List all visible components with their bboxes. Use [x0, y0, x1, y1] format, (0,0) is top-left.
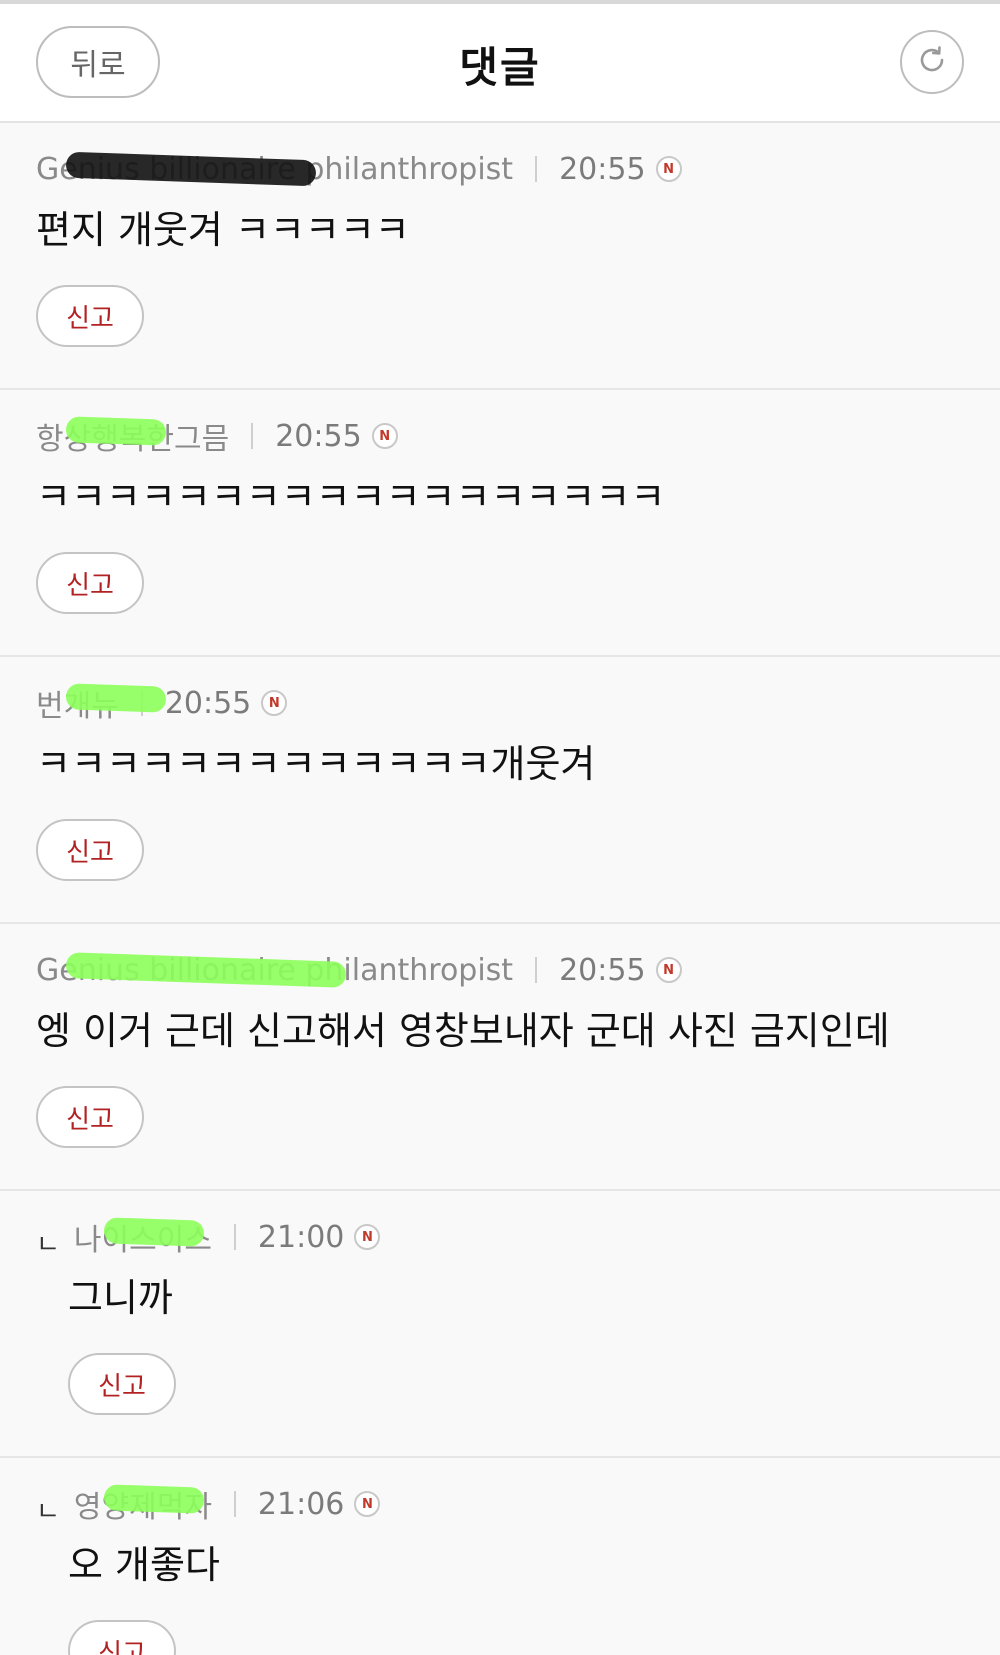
- new-badge-icon: N: [655, 957, 682, 983]
- comment-time: 20:55: [559, 952, 646, 988]
- comment-item: ㄴ 나이스이스 21:00 N 그니까 신고: [0, 1191, 1000, 1458]
- meta-divider: [535, 957, 538, 983]
- new-badge-icon: N: [655, 156, 682, 182]
- meta-divider: [233, 1491, 236, 1517]
- reply-marker: ㄴ: [36, 1229, 60, 1260]
- new-badge-icon: N: [354, 1224, 381, 1250]
- comment-time: 21:00: [257, 1219, 345, 1255]
- comment-author[interactable]: Genius billionaire philanthropist: [36, 151, 513, 187]
- comment-time: 20:55: [275, 418, 362, 454]
- comment-item: 번개뉴 20:55 N ㅋㅋㅋㅋㅋㅋㅋㅋㅋㅋㅋㅋㅋ개웃겨 신고: [0, 657, 1000, 924]
- comment-time: 20:55: [559, 151, 646, 187]
- comment-meta: Genius billionaire philanthropist 20:55 …: [36, 149, 1000, 189]
- new-badge-icon: N: [354, 1491, 381, 1517]
- redaction-mark: [103, 1484, 205, 1514]
- comment-author[interactable]: Genius billionaire philanthropist: [36, 951, 513, 988]
- comment-text: 그니까: [68, 1276, 173, 1320]
- comment-text: ㅋㅋㅋㅋㅋㅋㅋㅋㅋㅋㅋㅋㅋ개웃겨: [36, 742, 596, 786]
- comment-author[interactable]: 번개뉴: [36, 681, 167, 725]
- comment-text: 오 개좋다: [68, 1543, 220, 1587]
- reply-marker: ㄴ: [36, 1496, 60, 1527]
- comment-meta: 항상행복한그믐 20:55 N: [36, 414, 1000, 458]
- refresh-button[interactable]: [900, 30, 964, 94]
- comment-item: Genius billionaire philanthropist 20:55 …: [0, 924, 1000, 1191]
- comment-meta: ㄴ 나이스이스 21:00 N: [36, 1215, 1000, 1260]
- new-badge-icon: N: [371, 423, 398, 449]
- meta-divider: [233, 1224, 236, 1250]
- new-badge-icon: N: [261, 690, 288, 716]
- comment-author[interactable]: 나이스이스: [74, 1215, 212, 1259]
- comment-list: Genius billionaire philanthropist 20:55 …: [0, 123, 1000, 1655]
- redaction-mark: [103, 1217, 205, 1247]
- comment-item: Genius billionaire philanthropist 20:55 …: [0, 123, 1000, 390]
- comment-time: 21:06: [257, 1486, 345, 1522]
- comment-text: 엥 이거 근데 신고해서 영창보내자 군대 사진 금지인데: [36, 1009, 890, 1053]
- meta-divider: [251, 423, 254, 449]
- report-button[interactable]: 신고: [36, 552, 144, 614]
- comment-time: 20:55: [164, 685, 252, 721]
- comment-item: ㄴ 영양제먹자 21:06 N 오 개좋다 신고: [0, 1458, 1000, 1655]
- report-button[interactable]: 신고: [36, 819, 144, 881]
- report-button[interactable]: 신고: [36, 1086, 144, 1148]
- page-header: 뒤로 댓글: [0, 4, 1000, 123]
- meta-divider: [535, 156, 538, 182]
- report-button[interactable]: 신고: [68, 1353, 176, 1415]
- comment-text: ㅋㅋㅋㅋㅋㅋㅋㅋㅋㅋㅋㅋㅋㅋㅋㅋㅋㅋ: [36, 475, 666, 519]
- comment-author[interactable]: 영양제먹자: [74, 1482, 212, 1526]
- comment-meta: ㄴ 영양제먹자 21:06 N: [36, 1482, 1000, 1527]
- report-button[interactable]: 신고: [36, 285, 144, 347]
- redaction-mark: [65, 416, 167, 446]
- comment-meta: Genius billionaire philanthropist 20:55 …: [36, 950, 1000, 990]
- report-button[interactable]: 신고: [68, 1620, 176, 1655]
- comment-text: 편지 개웃겨 ㅋㅋㅋㅋㅋ: [36, 208, 410, 252]
- page-title: 댓글: [459, 43, 541, 92]
- redaction-mark: [65, 683, 167, 713]
- comment-item: 항상행복한그믐 20:55 N ㅋㅋㅋㅋㅋㅋㅋㅋㅋㅋㅋㅋㅋㅋㅋㅋㅋㅋ 신고: [0, 390, 1000, 657]
- refresh-icon: [915, 43, 949, 81]
- comment-author[interactable]: 항상행복한그믐: [36, 414, 229, 458]
- comment-meta: 번개뉴 20:55 N: [36, 681, 1000, 725]
